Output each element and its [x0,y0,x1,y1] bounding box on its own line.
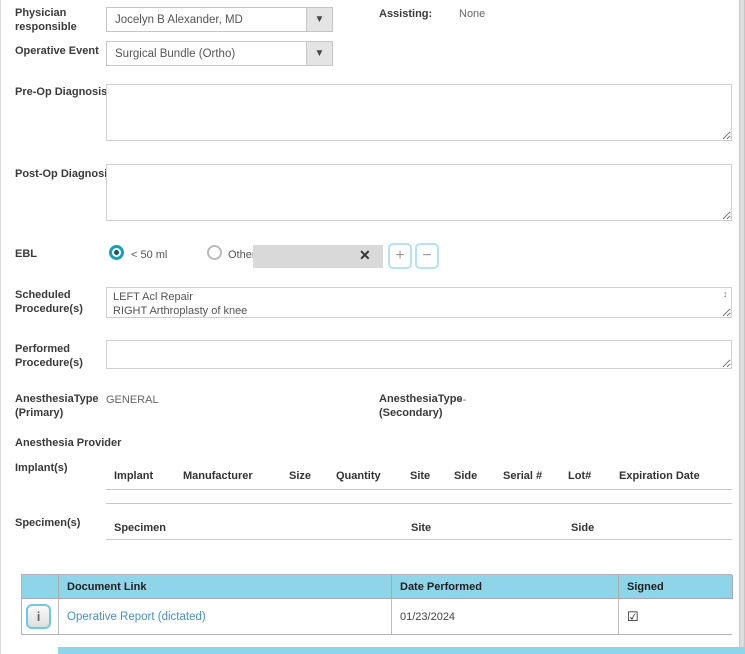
minus-icon: − [422,246,431,266]
signed-checkbox-icon[interactable]: ☑ [627,609,639,625]
implants-header-underline [106,489,732,490]
scheduled-procedures-label: Scheduled Procedure(s) [15,288,95,316]
implants-col-serial: Serial # [503,470,542,482]
physician-dropdown[interactable]: Jocelyn B Alexander, MD ▼ [106,7,333,32]
document-link[interactable]: Operative Report (dictated) [67,611,206,623]
info-icon: i [37,609,41,624]
performed-procedures-label: Performed Procedure(s) [15,342,95,370]
specimens-col-side: Side [571,522,594,534]
ebl-other-radio[interactable] [207,245,222,260]
physician-dropdown-value[interactable]: Jocelyn B Alexander, MD [106,7,307,32]
implants-col-quantity: Quantity [336,470,381,482]
physician-dropdown-button[interactable]: ▼ [307,7,333,32]
operative-record-form: Physician responsible Jocelyn B Alexande… [0,0,745,654]
vertical-scrollbar[interactable] [739,0,745,654]
implants-col-implant: Implant [114,470,153,482]
documents-table: Document Link Date Performed Signed i Op… [21,574,732,635]
assisting-value: None [459,7,485,21]
ebl-decrement-button[interactable]: − [415,243,439,269]
documents-col-signed: Signed [619,575,733,599]
ebl-lt50-radio[interactable] [109,245,124,260]
ebl-other-label: Other [228,248,256,262]
scheduled-procedures-textarea[interactable]: LEFT Acl Repair RIGHT Arthroplasty of kn… [106,287,732,318]
specimens-col-specimen: Specimen [114,522,166,534]
documents-col-document-link: Document Link [59,575,392,599]
date-performed-value: 01/23/2024 [400,611,455,623]
anesthesia-primary-value: GENERAL [106,393,159,407]
info-button[interactable]: i [26,604,51,629]
operative-event-dropdown[interactable]: Surgical Bundle (Ortho) ▼ [106,41,333,66]
implants-col-size: Size [289,470,311,482]
operative-event-dropdown-button[interactable]: ▼ [307,41,333,66]
physician-responsible-label: Physician responsible [15,6,85,34]
implants-col-side: Side [454,470,477,482]
document-signed-cell: ☑ [619,599,733,634]
implants-empty-row-line [106,503,732,504]
documents-header-icon-cell [22,575,59,599]
plus-icon: + [395,246,404,266]
documents-col-date-performed: Date Performed [392,575,619,599]
chevron-down-icon: ▼ [315,48,325,59]
chevron-down-icon: ▼ [315,14,325,25]
anesthesia-secondary-label: AnesthesiaType (Secondary) [379,392,471,420]
document-date-cell: 01/23/2024 [392,599,619,634]
assisting-label: Assisting: [379,7,432,21]
ebl-label: EBL [15,247,37,261]
specimens-col-site: Site [411,522,431,534]
operative-event-label: Operative Event [15,44,115,58]
document-link-cell: Operative Report (dictated) [59,599,392,634]
pre-op-diagnosis-textarea[interactable] [106,84,732,141]
specimens-label: Specimen(s) [15,516,80,530]
implants-col-site: Site [410,470,430,482]
anesthesia-provider-label: Anesthesia Provider [15,436,175,450]
anesthesia-primary-label: AnesthesiaType (Primary) [15,392,107,420]
ebl-increment-button[interactable]: + [388,243,412,269]
implants-label: Implant(s) [15,461,68,475]
clear-x-icon[interactable]: ✕ [359,247,371,264]
document-info-cell: i [22,599,59,634]
implants-col-lot: Lot# [568,470,591,482]
implants-col-expiration: Expiration Date [619,470,700,482]
anesthesia-secondary-value: -- [459,393,466,407]
bottom-cyan-bar [58,647,745,654]
scrollbar-arrows-icon[interactable]: ↕ [723,289,728,299]
operative-event-dropdown-value[interactable]: Surgical Bundle (Ortho) [106,41,307,66]
performed-procedures-textarea[interactable] [106,340,732,369]
ebl-lt50-label: < 50 ml [131,248,167,262]
implants-col-manufacturer: Manufacturer [183,470,253,482]
post-op-diagnosis-textarea[interactable] [106,164,732,221]
specimens-header-underline [106,539,732,540]
